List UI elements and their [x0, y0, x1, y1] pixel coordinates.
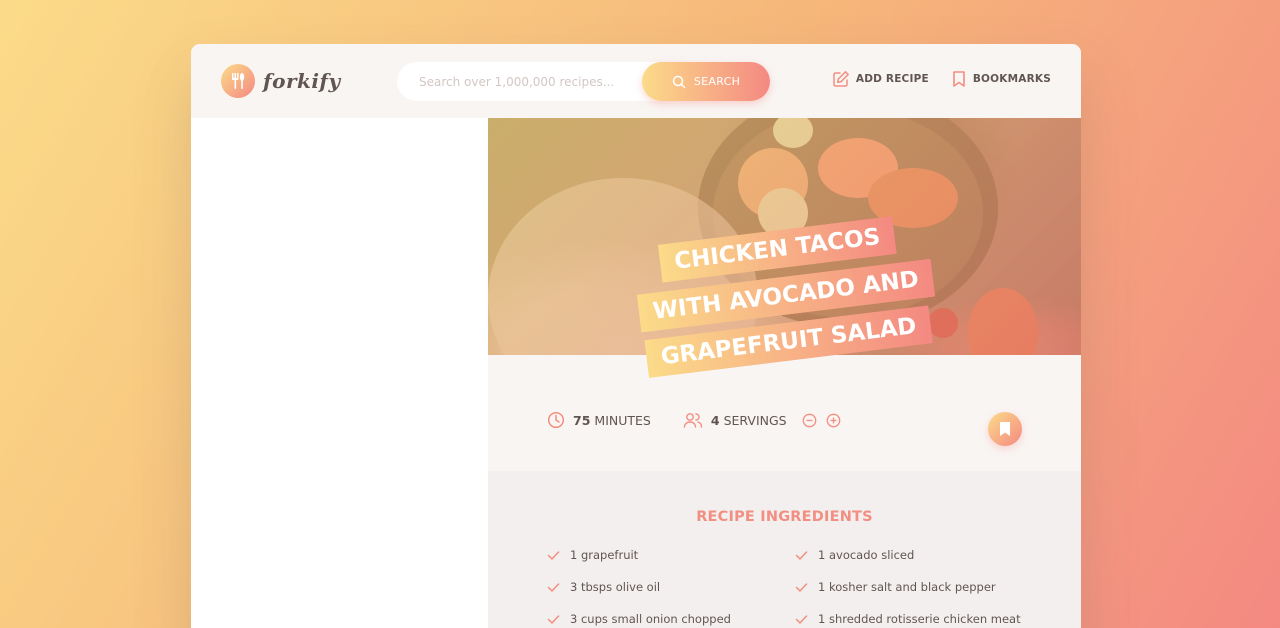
- ingredients-section: Recipe ingredients 1 grapefruit 1 avocad…: [488, 471, 1081, 628]
- check-icon: [795, 614, 808, 624]
- fork-knife-icon: [221, 64, 255, 98]
- bookmarks-button[interactable]: BOOKMARKS: [951, 70, 1051, 88]
- ingredient-text: 1 avocado sliced: [818, 548, 915, 562]
- search-form: SEARCH: [397, 62, 770, 101]
- minus-circle-icon: [802, 413, 816, 427]
- edit-icon: [833, 71, 849, 87]
- bookmark-recipe-button[interactable]: [988, 412, 1022, 446]
- bookmark-fill-icon: [1000, 422, 1010, 436]
- check-icon: [547, 614, 560, 624]
- check-icon: [547, 582, 560, 592]
- users-icon: [683, 413, 703, 428]
- cooking-time: 75 minutes: [547, 411, 651, 429]
- check-icon: [795, 582, 808, 592]
- search-results-sidebar: [191, 118, 488, 628]
- nav: ADD RECIPE BOOKMARKS: [832, 70, 1051, 88]
- check-icon: [547, 550, 560, 560]
- servings: 4 servings: [683, 411, 849, 429]
- servings-value: 4: [710, 412, 720, 428]
- ingredient-item: 3 cups small onion chopped: [547, 612, 795, 626]
- add-recipe-button[interactable]: ADD RECIPE: [832, 70, 929, 88]
- ingredient-text: 3 tbsps olive oil: [570, 580, 661, 594]
- header: forkify SEARCH ADD RECIPE: [191, 44, 1081, 118]
- check-icon: [795, 550, 808, 560]
- ingredient-text: 1 shredded rotisserie chicken meat: [818, 612, 1021, 626]
- logo-text: forkify: [263, 69, 341, 93]
- clock-icon: [547, 411, 565, 429]
- ingredient-item: 1 kosher salt and black pepper: [795, 580, 1043, 594]
- add-recipe-label: ADD RECIPE: [855, 73, 929, 85]
- ingredient-item: 3 tbsps olive oil: [547, 580, 795, 594]
- logo[interactable]: forkify: [221, 64, 341, 98]
- ingredients-list: 1 grapefruit 1 avocado sliced 3 tbsps ol…: [547, 548, 1047, 626]
- search-icon: [672, 75, 686, 88]
- ingredient-item: 1 shredded rotisserie chicken meat: [795, 612, 1043, 626]
- ingredient-text: 1 kosher salt and black pepper: [818, 580, 996, 594]
- search-input[interactable]: [419, 74, 629, 89]
- increase-servings-button[interactable]: [826, 413, 849, 428]
- cooking-time-unit: minutes: [594, 412, 651, 428]
- search-button[interactable]: SEARCH: [642, 62, 770, 101]
- recipe-details: 75 minutes 4 servings: [547, 411, 881, 429]
- ingredient-item: 1 avocado sliced: [795, 548, 1043, 562]
- decrease-servings-button[interactable]: [802, 413, 825, 428]
- ingredient-item: 1 grapefruit: [547, 548, 795, 562]
- cooking-time-value: 75: [573, 412, 591, 428]
- search-button-label: SEARCH: [693, 75, 741, 88]
- plus-circle-icon: [826, 413, 840, 427]
- servings-unit: servings: [723, 412, 787, 428]
- bookmark-icon: [953, 71, 965, 87]
- bookmarks-label: BOOKMARKS: [972, 73, 1051, 85]
- ingredient-text: 1 grapefruit: [570, 548, 639, 562]
- recipe-view: Chicken Tacos with Avocado and Grapefrui…: [488, 118, 1081, 628]
- ingredient-text: 3 cups small onion chopped: [570, 612, 731, 626]
- app-container: forkify SEARCH ADD RECIPE: [191, 44, 1081, 628]
- ingredients-heading: Recipe ingredients: [696, 509, 873, 525]
